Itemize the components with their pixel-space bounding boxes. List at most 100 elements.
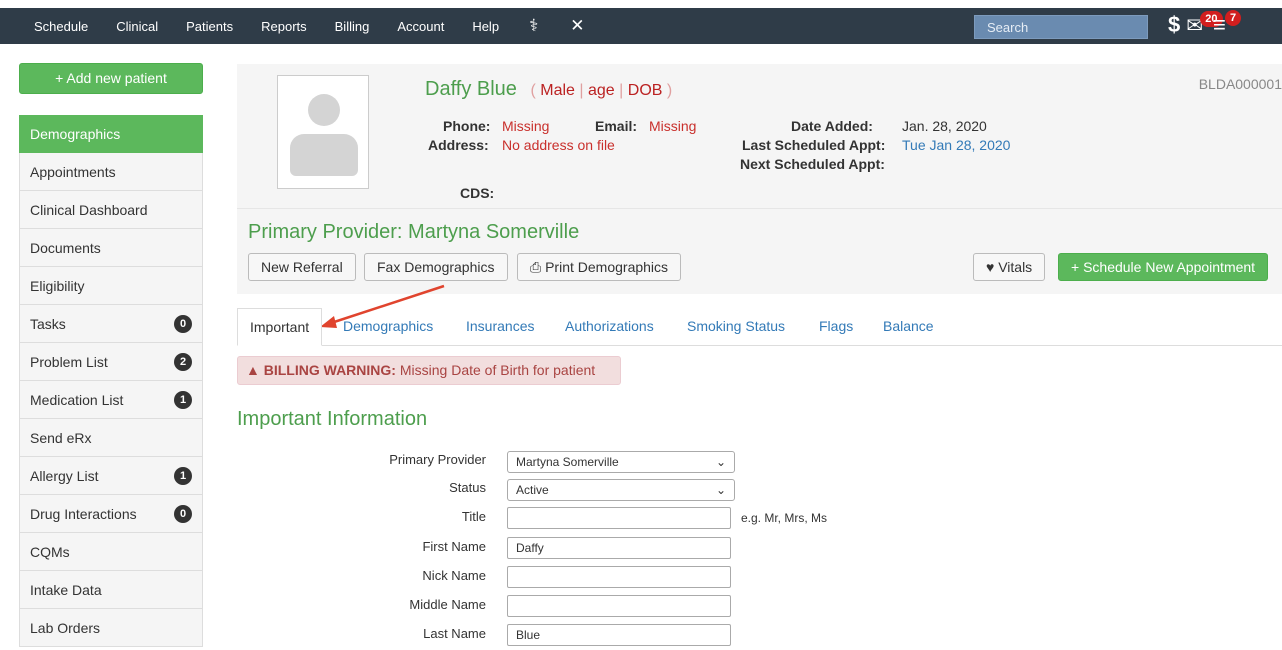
last-name-label: Last Name — [423, 626, 486, 641]
date-added-label: Date Added: — [791, 118, 873, 134]
title-hint: e.g. Mr, Mrs, Ms — [741, 511, 828, 525]
chevron-down-icon: ⌄ — [715, 483, 726, 497]
status-value: Active — [516, 483, 549, 497]
close-paren: ) — [666, 82, 673, 99]
count-badge: 1 — [174, 390, 192, 409]
nav-reports[interactable]: Reports — [247, 19, 321, 34]
sidebar-item-send-erx[interactable]: Send eRx — [19, 419, 203, 457]
warning-title: BILLING WARNING: — [263, 362, 396, 378]
sidebar-item-cqms[interactable]: CQMs — [19, 533, 203, 571]
middle-name-input[interactable] — [507, 595, 731, 617]
fax-demographics-button[interactable]: Fax Demographics — [364, 253, 508, 281]
vitals-button[interactable]: ♥ Vitals — [973, 253, 1046, 281]
patient-sex: Male — [540, 82, 575, 99]
tab-demographics[interactable]: Demographics — [343, 308, 433, 346]
tools-icon[interactable]: ✕ — [554, 16, 600, 36]
count-badge: 0 — [174, 314, 192, 333]
address-value: No address on file — [502, 137, 615, 153]
sidebar-item-problem-list[interactable]: Problem List 2 — [19, 343, 203, 381]
print-icon: ⎙ — [530, 259, 542, 275]
open-paren: ( — [530, 82, 536, 99]
nav-account[interactable]: Account — [383, 19, 458, 34]
status-label: Status — [449, 480, 486, 495]
tab-flags[interactable]: Flags — [819, 308, 853, 346]
middle-name-label: Middle Name — [409, 597, 486, 612]
status-select[interactable]: Active ⌄ — [507, 479, 735, 501]
warning-message: Missing Date of Birth for patient — [395, 362, 596, 378]
sidebar-item-label: Problem List — [30, 353, 108, 370]
sidebar-item-label: Lab Orders — [30, 619, 101, 636]
sidebar-item-label: Demographics — [30, 126, 121, 142]
warning-icon: ▲ — [246, 362, 260, 378]
sidebar-item-tasks[interactable]: Tasks 0 — [19, 305, 203, 343]
caduceus-icon[interactable]: ⚕ — [513, 16, 554, 36]
last-appt-value[interactable]: Tue Jan 28, 2020 — [902, 137, 1010, 153]
sidebar-item-label: Send eRx — [30, 429, 92, 446]
sidebar-item-label: Clinical Dashboard — [30, 201, 148, 218]
patient-tabs: Important Demographics Insurances Author… — [237, 308, 1282, 346]
tab-balance[interactable]: Balance — [883, 308, 934, 346]
sidebar-item-demographics[interactable]: Demographics — [19, 115, 203, 153]
sidebar-item-eligibility[interactable]: Eligibility — [19, 267, 203, 305]
email-label: Email: — [595, 118, 638, 134]
primary-provider-value: Martyna Somerville — [516, 455, 619, 469]
nav-patients[interactable]: Patients — [172, 19, 247, 34]
nav-schedule[interactable]: Schedule — [20, 19, 102, 34]
phone-label: Phone: — [443, 118, 491, 134]
patient-age: age — [588, 82, 615, 99]
user-avatar-icon — [277, 75, 369, 189]
primary-provider-select[interactable]: Martyna Somerville ⌄ — [507, 451, 735, 473]
sidebar-item-medication-list[interactable]: Medication List 1 — [19, 381, 203, 419]
print-demographics-label: Print Demographics — [545, 259, 669, 275]
schedule-new-appointment-button[interactable]: + Schedule New Appointment — [1058, 253, 1269, 281]
date-added-value: Jan. 28, 2020 — [902, 118, 987, 134]
cds-label: CDS: — [460, 185, 495, 201]
sidebar-item-documents[interactable]: Documents — [19, 229, 203, 267]
sidebar-item-label: Allergy List — [30, 467, 99, 484]
sidebar-item-clinical-dashboard[interactable]: Clinical Dashboard — [19, 191, 203, 229]
tab-insurances[interactable]: Insurances — [466, 308, 534, 346]
last-name-input[interactable]: Blue — [507, 624, 731, 646]
next-appt-label: Next Scheduled Appt: — [740, 156, 885, 172]
patient-summary: ( Male | age | DOB ) — [530, 82, 673, 99]
tab-important[interactable]: Important — [237, 308, 323, 346]
sidebar-item-label: Medication List — [30, 391, 124, 408]
email-value: Missing — [649, 118, 697, 134]
patient-header-card: Daffy Blue ( Male | age | DOB ) BLDA0000… — [237, 64, 1282, 294]
tasks-count-badge: 7 — [1225, 10, 1242, 26]
tab-smoking-status[interactable]: Smoking Status — [687, 308, 785, 346]
tab-authorizations[interactable]: Authorizations — [565, 308, 654, 346]
count-badge: 0 — [174, 504, 192, 523]
tasks-menu-icon[interactable]: ≡ 7 — [1213, 10, 1242, 38]
vitals-label: Vitals — [998, 259, 1033, 275]
print-demographics-button[interactable]: ⎙ Print Demographics — [517, 253, 682, 281]
title-label: Title — [461, 509, 486, 524]
search-input[interactable] — [974, 15, 1148, 39]
dollar-icon[interactable]: $ — [1168, 12, 1180, 38]
count-badge: 1 — [174, 466, 192, 485]
last-appt-label: Last Scheduled Appt: — [742, 137, 886, 153]
first-name-input[interactable]: Daffy — [507, 537, 731, 559]
sidebar-item-intake-data[interactable]: Intake Data — [19, 571, 203, 609]
heart-icon: ♥ — [986, 259, 995, 275]
sidebar-item-label: Documents — [30, 239, 101, 256]
nick-name-input[interactable] — [507, 566, 731, 588]
nick-name-label: Nick Name — [422, 568, 486, 583]
nav-clinical[interactable]: Clinical — [102, 19, 172, 34]
sidebar-item-appointments[interactable]: Appointments — [19, 153, 203, 191]
mail-icon[interactable]: ✉ 20 — [1186, 10, 1223, 38]
add-new-patient-button[interactable]: + Add new patient — [19, 63, 203, 94]
title-input[interactable] — [507, 507, 731, 529]
section-title: Important Information — [237, 408, 428, 430]
nav-billing[interactable]: Billing — [321, 19, 384, 34]
sidebar-item-label: CQMs — [30, 543, 70, 560]
address-label: Address: — [428, 137, 489, 153]
patient-id: BLDA000001 — [1198, 76, 1282, 92]
nav-help[interactable]: Help — [458, 19, 513, 34]
sidebar-item-allergy-list[interactable]: Allergy List 1 — [19, 457, 203, 495]
primary-provider-label: Primary Provider — [389, 452, 486, 467]
new-referral-button[interactable]: New Referral — [248, 253, 356, 281]
sidebar-item-lab-orders[interactable]: Lab Orders — [19, 609, 203, 647]
sidebar-item-drug-interactions[interactable]: Drug Interactions 0 — [19, 495, 203, 533]
top-navbar: Schedule Clinical Patients Reports Billi… — [0, 8, 1282, 44]
